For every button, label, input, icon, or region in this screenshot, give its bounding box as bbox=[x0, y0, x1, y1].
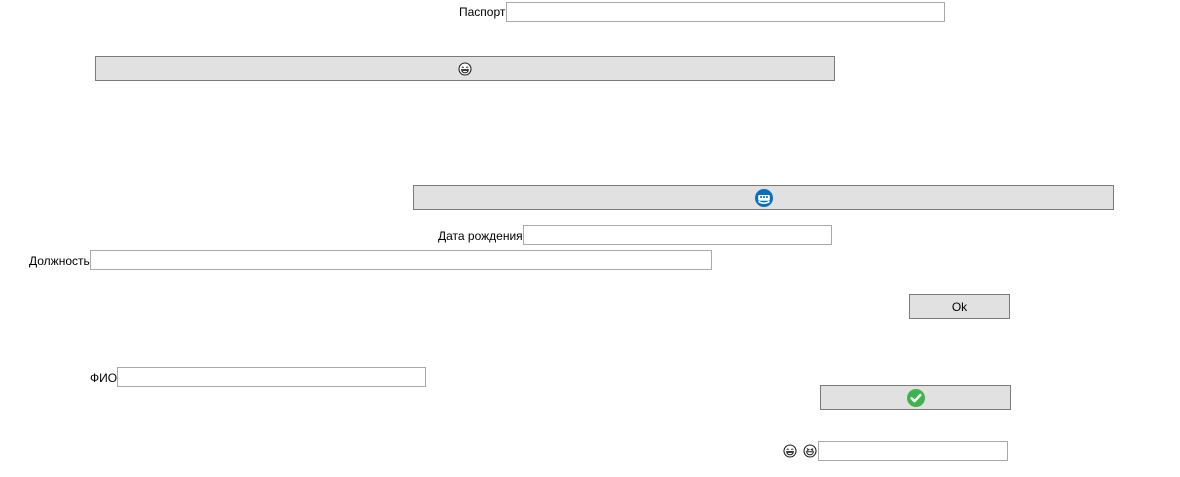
birthdate-input[interactable] bbox=[523, 225, 832, 245]
blue-wallet-icon bbox=[754, 188, 774, 208]
grinning-face-with-sweat-icon bbox=[458, 61, 472, 76]
green-checkmark-icon bbox=[906, 388, 926, 408]
passport-input[interactable] bbox=[506, 2, 945, 22]
grinning-squinting-face-icon bbox=[803, 444, 817, 458]
grinning-face-with-sweat-icon bbox=[783, 444, 797, 458]
position-label: Должность bbox=[29, 254, 90, 268]
fio-label: ФИО bbox=[90, 371, 118, 385]
birthdate-label: Дата рождения bbox=[438, 229, 523, 243]
position-input[interactable] bbox=[90, 250, 712, 270]
ok-button[interactable]: Ok bbox=[909, 294, 1010, 319]
confirm-button[interactable] bbox=[820, 385, 1011, 410]
fio-input[interactable] bbox=[117, 367, 426, 387]
passport-label: Паспорт bbox=[459, 5, 506, 19]
extra-input[interactable] bbox=[818, 441, 1008, 461]
wallet-button[interactable] bbox=[413, 185, 1114, 210]
emoji-button[interactable] bbox=[95, 56, 835, 81]
